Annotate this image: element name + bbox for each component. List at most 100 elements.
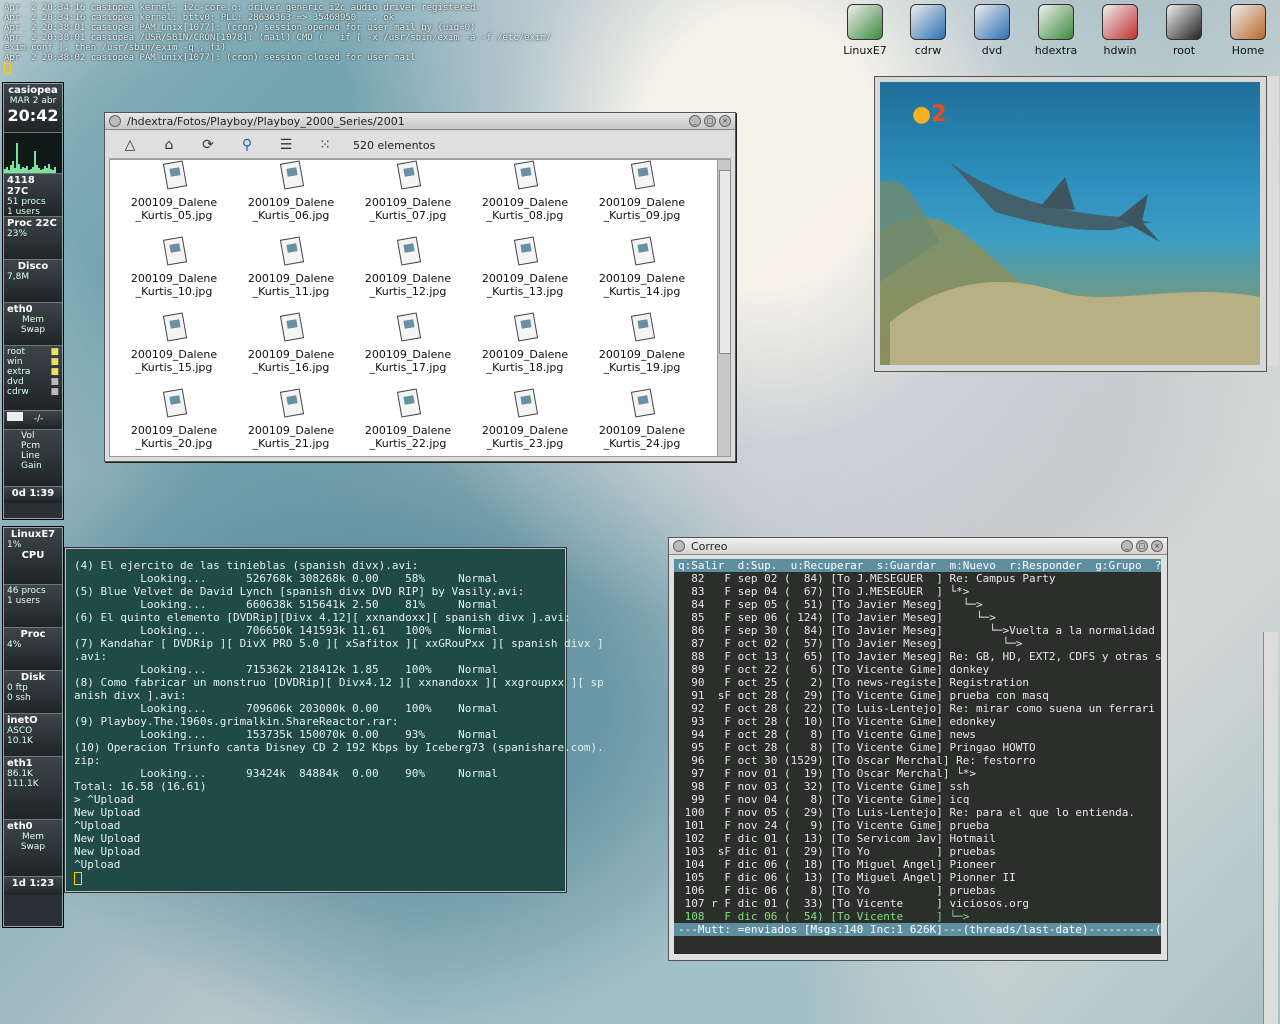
- file-item[interactable]: 200109_Dalene _Kurtis_16.jpg: [235, 314, 347, 374]
- file-item[interactable]: 200109_Dalene _Kurtis_19.jpg: [586, 314, 698, 374]
- message-row[interactable]: 90 F oct 25 ( 2) [To news-registe] Regis…: [674, 676, 1161, 689]
- file-item[interactable]: 200109_Dalene _Kurtis_08.jpg: [469, 162, 581, 222]
- maximize-button[interactable]: □: [704, 115, 716, 127]
- file-item[interactable]: 200109_Dalene _Kurtis_07.jpg: [352, 162, 464, 222]
- gain-label[interactable]: Gain: [7, 461, 59, 471]
- file-grid-scrollbar[interactable]: [717, 159, 731, 457]
- window-menu-button-2[interactable]: [673, 540, 685, 552]
- message-row[interactable]: 85 F sep 06 ( 124) [To Javier Meseg] └─>: [674, 611, 1161, 624]
- message-row[interactable]: 105 F dic 06 ( 13) [To Miguel Angel] Pio…: [674, 871, 1161, 884]
- search-icon[interactable]: ⚲: [236, 136, 258, 154]
- pcm-label[interactable]: Pcm: [7, 441, 59, 451]
- desktop-icon-hdextra[interactable]: hdextra: [1024, 4, 1088, 57]
- file-item[interactable]: 200109_Dalene _Kurtis_15.jpg: [118, 314, 230, 374]
- message-row[interactable]: 84 F sep 05 ( 51) [To Javier Meseg] └─>: [674, 598, 1161, 611]
- desktop-scrollbar-bottom[interactable]: [1263, 632, 1278, 1024]
- file-item[interactable]: 200109_Dalene _Kurtis_06.jpg: [235, 162, 347, 222]
- mount-cdrw[interactable]: cdrw ■: [7, 387, 59, 397]
- message-row[interactable]: 83 F sep 04 ( 67) [To J.MESEGUER ] └*>: [674, 585, 1161, 598]
- message-row[interactable]: 92 F oct 28 ( 22) [To Luis-Lentejo] Re: …: [674, 702, 1161, 715]
- message-row[interactable]: 82 F sep 02 ( 84) [To J.MESEGUER ] Re: C…: [674, 572, 1161, 585]
- file-item[interactable]: 200109_Dalene _Kurtis_09.jpg: [586, 162, 698, 222]
- file-item[interactable]: 200109_Dalene _Kurtis_24.jpg: [586, 390, 698, 450]
- close-button-2[interactable]: ×: [1151, 540, 1163, 552]
- desktop-icon-linuxe7[interactable]: LinuxE7: [833, 4, 897, 57]
- message-row[interactable]: 95 F oct 28 ( 8) [To Vicente Gime] Pring…: [674, 741, 1161, 754]
- window-menu-button[interactable]: [109, 115, 121, 127]
- file-name-line-1: 200109_Dalene: [247, 424, 335, 437]
- mount-label: cdrw: [7, 387, 29, 397]
- desktop-icon-hdwin[interactable]: hdwin: [1088, 4, 1152, 57]
- scrollbar-thumb[interactable]: [719, 170, 731, 354]
- file-name-line-2: _Kurtis_24.jpg: [603, 437, 681, 450]
- file-item[interactable]: 200109_Dalene _Kurtis_21.jpg: [235, 390, 347, 450]
- vol-label[interactable]: Vol: [7, 431, 59, 441]
- file-item[interactable]: 200109_Dalene _Kurtis_14.jpg: [586, 238, 698, 298]
- file-item[interactable]: 200109_Dalene _Kurtis_10.jpg: [118, 238, 230, 298]
- message-row[interactable]: 107 r F dic 01 ( 33) [To Vicente ] vicio…: [674, 897, 1161, 910]
- message-row[interactable]: 89 F oct 22 ( 6) [To Vicente Gime] donke…: [674, 663, 1161, 676]
- icon-view-icon[interactable]: ⁙: [314, 136, 336, 154]
- message-row[interactable]: 97 F nov 01 ( 19) [To Oscar Merchal] └*>: [674, 767, 1161, 780]
- minimize-button-2[interactable]: _: [1121, 540, 1133, 552]
- file-item[interactable]: 200109_Dalene _Kurtis_23.jpg: [469, 390, 581, 450]
- message-row[interactable]: 98 F nov 03 ( 32) [To Vicente Gime] ssh: [674, 780, 1161, 793]
- minimize-button[interactable]: _: [689, 115, 701, 127]
- mail-titlebar[interactable]: Correo _ □ ×: [669, 538, 1167, 555]
- mount-root[interactable]: root ■: [7, 347, 59, 357]
- file-item[interactable]: 200109_Dalene _Kurtis_22.jpg: [352, 390, 464, 450]
- message-row[interactable]: 103 sF dic 01 ( 29) [To Yo ] pruebas: [674, 845, 1161, 858]
- image-file-icon: [161, 162, 187, 190]
- message-row[interactable]: 94 F oct 28 ( 8) [To Vicente Gime] news: [674, 728, 1161, 741]
- file-item[interactable]: 200109_Dalene _Kurtis_13.jpg: [469, 238, 581, 298]
- mount-label: win: [7, 357, 23, 367]
- mutt-terminal[interactable]: q:Salir d:Sup. u:Recuperar s:Guardar m:N…: [674, 559, 1161, 954]
- message-row[interactable]: 106 F dic 06 ( 8) [To Yo ] pruebas: [674, 884, 1161, 897]
- eth1-widget: eth1 86.1K 111.1K: [4, 757, 62, 820]
- close-button[interactable]: ×: [719, 115, 731, 127]
- message-row[interactable]: 108 F dic 06 ( 54) [To Vicente ] └─>: [674, 910, 1161, 923]
- message-row[interactable]: 91 sF oct 28 ( 29) [To Vicente Gime] pru…: [674, 689, 1161, 702]
- desktop-icon-home[interactable]: Home: [1216, 4, 1280, 57]
- file-item[interactable]: 200109_Dalene _Kurtis_05.jpg: [118, 162, 230, 222]
- list-view-icon[interactable]: ☰: [275, 136, 297, 154]
- desktop-icon-dvd[interactable]: dvd: [960, 4, 1024, 57]
- message-row[interactable]: 93 F oct 28 ( 10) [To Vicente Gime] edon…: [674, 715, 1161, 728]
- mount-extra[interactable]: extra ■: [7, 367, 59, 377]
- maximize-button-2[interactable]: □: [1136, 540, 1148, 552]
- message-row[interactable]: 86 F sep 30 ( 84) [To Javier Meseg] └─>V…: [674, 624, 1161, 637]
- message-row[interactable]: 88 F oct 13 ( 65) [To Javier Meseg] Re: …: [674, 650, 1161, 663]
- file-item[interactable]: 200109_Dalene _Kurtis_18.jpg: [469, 314, 581, 374]
- reload-icon[interactable]: ⟳: [197, 136, 219, 154]
- log-line: Apr 2 20:38:01 casiopea /USR/SBIN/CRON[1…: [4, 33, 552, 43]
- desktop-icon-cdrw[interactable]: cdrw: [896, 4, 960, 57]
- file-item[interactable]: 200109_Dalene _Kurtis_12.jpg: [352, 238, 464, 298]
- message-row[interactable]: 99 F nov 04 ( 8) [To Vicente Gime] icq: [674, 793, 1161, 806]
- terminal-line: > ^Upload: [74, 793, 134, 806]
- message-row[interactable]: 101 F nov 24 ( 9) [To Vicente Gime] prue…: [674, 819, 1161, 832]
- up-icon[interactable]: △: [119, 136, 141, 154]
- file-name-line-2: _Kurtis_09.jpg: [603, 209, 681, 222]
- mail-widget[interactable]: -/-: [4, 411, 62, 430]
- image-file-icon: [161, 238, 187, 266]
- home-icon[interactable]: ⌂: [158, 136, 180, 154]
- file-item[interactable]: 200109_Dalene _Kurtis_20.jpg: [118, 390, 230, 450]
- mount-dvd[interactable]: dvd ■: [7, 377, 59, 387]
- desktop-icon-root[interactable]: root: [1152, 4, 1216, 57]
- message-row[interactable]: 100 F nov 05 ( 29) [To Luis-Lentejo] Re:…: [674, 806, 1161, 819]
- desktop-scrollbar-top[interactable]: [1266, 76, 1279, 366]
- mount-win[interactable]: win ■: [7, 357, 59, 367]
- message-row[interactable]: 96 F oct 30 (1529) [To Oscar Merchal] Re…: [674, 754, 1161, 767]
- line-label[interactable]: Line: [7, 451, 59, 461]
- terminal-window[interactable]: (4) El ejercito de las tinieblas (spanis…: [65, 548, 604, 892]
- hostname: casiopea: [8, 85, 58, 96]
- file-item[interactable]: 200109_Dalene _Kurtis_11.jpg: [235, 238, 347, 298]
- memory-widget: 4118 27C 51 procs 1 users: [4, 174, 62, 217]
- message-row[interactable]: 104 F dic 06 ( 18) [To Miguel Angel] Pio…: [674, 858, 1161, 871]
- message-row[interactable]: 102 F dic 01 ( 13) [To Servicom Jav] Hot…: [674, 832, 1161, 845]
- file-item[interactable]: 200109_Dalene _Kurtis_17.jpg: [352, 314, 464, 374]
- mixer-widget[interactable]: Vol Pcm Line Gain: [4, 430, 62, 487]
- swap-label-2: Swap: [20, 842, 46, 852]
- message-row[interactable]: 87 F oct 02 ( 57) [To Javier Meseg] └─>: [674, 637, 1161, 650]
- file-manager-titlebar[interactable]: /hdextra/Fotos/Playboy/Playboy_2000_Seri…: [105, 113, 735, 130]
